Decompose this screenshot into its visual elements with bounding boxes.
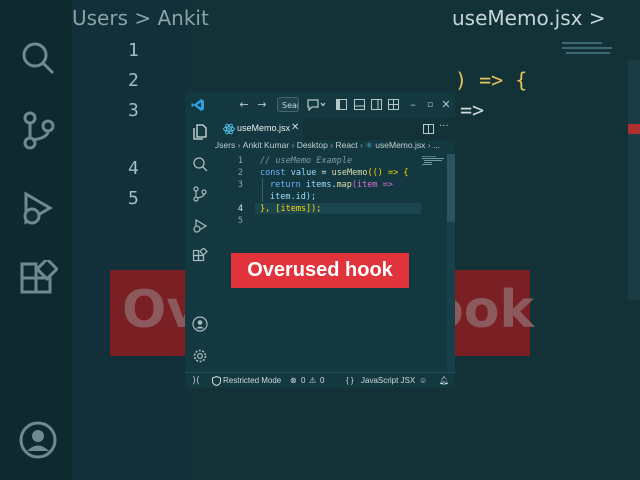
- bg-breadcrumb-left: Users > Ankit: [72, 6, 209, 30]
- activity-bar: [185, 118, 215, 372]
- close-window-icon[interactable]: ✕: [439, 97, 453, 113]
- settings-gear-icon[interactable]: [192, 348, 208, 364]
- code-rest: (item =>: [351, 180, 393, 190]
- language-mode[interactable]: JavaScript JSX: [361, 376, 415, 385]
- restricted-mode-label[interactable]: Restricted Mode: [223, 376, 281, 385]
- error-count[interactable]: 0: [301, 376, 305, 385]
- bg-line-number: 2: [128, 70, 139, 91]
- bg-scroll-marker: [628, 124, 640, 134]
- more-actions-icon[interactable]: ···: [439, 121, 449, 132]
- toggle-primary-sidebar-icon[interactable]: [336, 99, 347, 110]
- react-file-icon: [223, 123, 235, 135]
- explorer-icon[interactable]: [192, 124, 208, 140]
- minimize-icon[interactable]: –: [406, 97, 420, 113]
- bg-breadcrumb-right: useMemo.jsx >: [452, 6, 606, 30]
- line-number: 1: [237, 156, 243, 166]
- status-bar: ⟩⟨ Restricted Mode ⊗ 0 ⚠ 0 { } JavaScrip…: [185, 372, 455, 388]
- indent-guide: [262, 178, 263, 202]
- bg-scrollbar: [628, 60, 640, 300]
- language-braces-icon: { }: [346, 376, 354, 385]
- copilot-icon[interactable]: ☺: [419, 376, 427, 385]
- warning-count[interactable]: 0: [320, 376, 324, 385]
- code-continuation: item.id);: [270, 192, 317, 202]
- split-editor-icon[interactable]: [423, 124, 434, 134]
- bg-run-debug-icon: [23, 191, 53, 225]
- extensions-icon[interactable]: [192, 248, 208, 264]
- vscode-window: ← → Sear – ▫ ✕ useMemo.jsx ✕ ··· Users ›…: [185, 92, 455, 388]
- bg-code-fragment: =>: [460, 98, 485, 122]
- customize-layout-icon[interactable]: [388, 99, 399, 110]
- scrollbar-thumb[interactable]: [447, 154, 455, 222]
- breadcrumb-item[interactable]: Users: [215, 140, 235, 150]
- code-operator: =: [316, 168, 332, 178]
- notifications-bell-icon[interactable]: 🔔︎: [439, 376, 449, 385]
- account-icon[interactable]: [192, 316, 208, 332]
- shield-icon: [212, 376, 221, 386]
- code-line-3-wrap: item.id);: [270, 192, 316, 202]
- command-center-search[interactable]: Sear: [277, 97, 299, 112]
- bg-search-icon: [22, 42, 55, 75]
- breadcrumb-item[interactable]: Desktop: [297, 140, 328, 150]
- bg-code-fragment: ) => {: [455, 68, 528, 92]
- code-line-3: return items.map(item =>: [270, 180, 393, 190]
- maximize-icon[interactable]: ▫: [423, 97, 437, 113]
- bg-line-number: 1: [128, 40, 139, 61]
- copilot-chat-icon[interactable]: [307, 99, 327, 111]
- error-icon: ⊗: [290, 376, 297, 385]
- code-rest: (() => {: [367, 168, 409, 178]
- code-line-1: // useMemo Example: [260, 156, 352, 166]
- bg-line-number: 3: [128, 100, 139, 121]
- title-bar: ← → Sear – ▫ ✕: [185, 92, 455, 118]
- breadcrumb: Users › Ankit Kumar › Desktop › React › …: [215, 140, 441, 150]
- bg-minimap: [562, 42, 612, 54]
- tab-close-icon[interactable]: ✕: [291, 122, 299, 133]
- bg-line-number: 4: [128, 158, 139, 179]
- toggle-secondary-sidebar-icon[interactable]: [371, 99, 382, 110]
- breadcrumb-item[interactable]: React: [335, 140, 357, 150]
- line-number: 3: [237, 180, 243, 190]
- breadcrumb-item[interactable]: Ankit Kumar: [243, 140, 289, 150]
- bg-account-icon: [19, 421, 57, 459]
- code-function: useMemo: [331, 168, 368, 178]
- code-function: map: [336, 180, 352, 190]
- breadcrumb-item[interactable]: useMemo.jsx: [375, 140, 425, 150]
- bg-source-control-icon: [23, 111, 55, 150]
- line-number: 5: [237, 216, 243, 226]
- line-number: 4: [237, 204, 243, 214]
- line-number: 2: [237, 168, 243, 178]
- code-keyword: const: [260, 168, 286, 178]
- warning-icon: ⚠: [309, 376, 317, 385]
- code-variable: items: [305, 180, 332, 190]
- vscode-logo-icon: [191, 99, 204, 111]
- code-line-4: }, [items]);: [260, 204, 321, 214]
- bg-extensions-icon: [20, 260, 58, 294]
- breadcrumb-item[interactable]: ...: [433, 140, 440, 150]
- search-icon[interactable]: [192, 156, 208, 172]
- minimap[interactable]: [422, 156, 448, 166]
- source-control-icon[interactable]: [192, 186, 208, 202]
- tab-label: useMemo.jsx: [237, 123, 291, 133]
- toggle-panel-icon[interactable]: [354, 99, 365, 110]
- code-keyword: return: [270, 180, 301, 190]
- caption-banner: Overused hook: [231, 253, 409, 288]
- editor-tabs: useMemo.jsx ✕ ···: [215, 118, 455, 140]
- tab-usememo[interactable]: useMemo.jsx ✕: [215, 118, 303, 140]
- bg-line-number: 5: [128, 188, 139, 209]
- remote-icon[interactable]: ⟩⟨: [185, 373, 207, 388]
- back-arrow-icon[interactable]: ←: [237, 97, 251, 113]
- code-line-2: const value = useMemo(() => {: [260, 168, 408, 178]
- code-variable: value: [290, 168, 317, 178]
- run-debug-icon[interactable]: [192, 218, 208, 234]
- code-comment: // useMemo Example: [260, 156, 353, 166]
- code-closing: }, [items]);: [260, 204, 322, 214]
- forward-arrow-icon[interactable]: →: [255, 97, 269, 113]
